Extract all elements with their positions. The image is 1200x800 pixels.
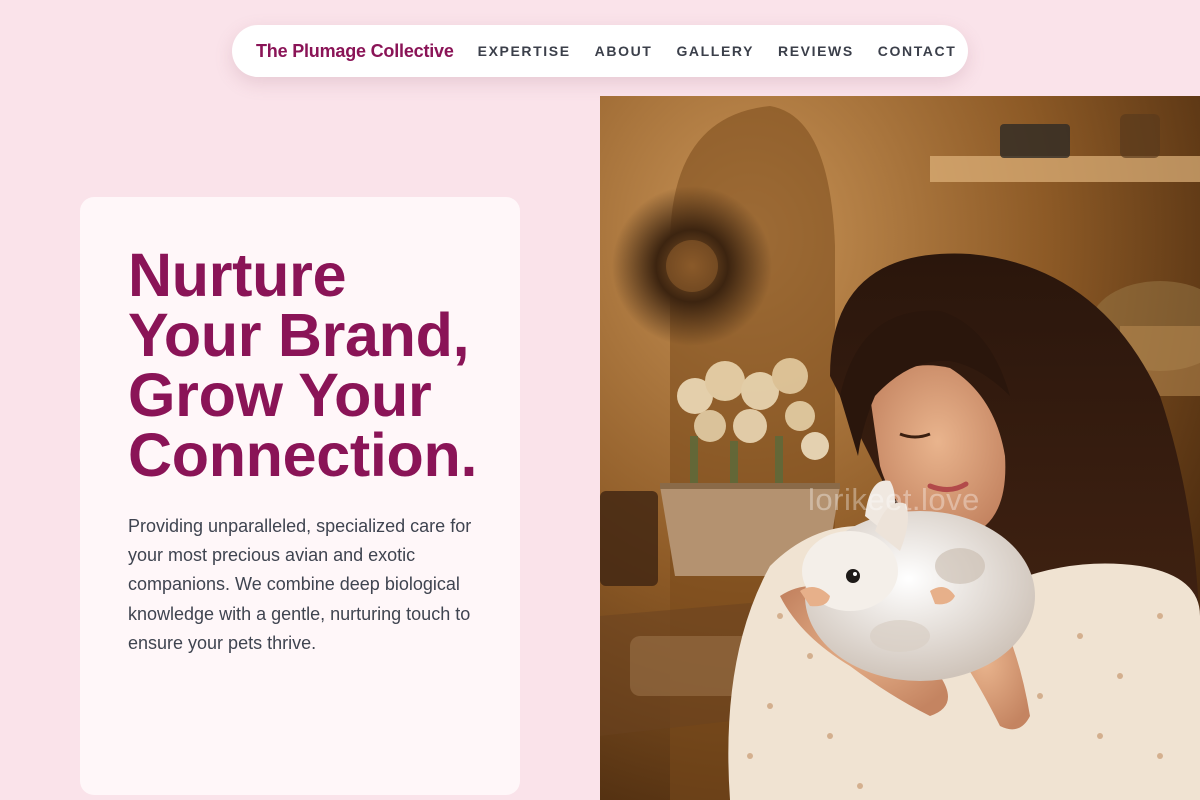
nav-link-expertise[interactable]: EXPERTISE (478, 43, 571, 59)
nav-links: EXPERTISE ABOUT GALLERY REVIEWS CONTACT (478, 43, 957, 59)
hero-headline: Nurture Your Brand, Grow Your Connection… (128, 241, 478, 489)
headline-line-4: Connection. (128, 421, 478, 489)
nav-link-gallery[interactable]: GALLERY (676, 43, 754, 59)
photo-watermark: lorikeet.love (808, 482, 980, 517)
top-navigation: The Plumage Collective EXPERTISE ABOUT G… (232, 25, 968, 77)
headline-line-2: Your Brand, (128, 301, 470, 369)
woman-holding-rabbit-photo (600, 96, 1200, 800)
hero-photo: lorikeet.love (600, 96, 1200, 800)
headline-line-1: Nurture (128, 241, 347, 309)
hero-card: Nurture Your Brand, Grow Your Connection… (80, 197, 520, 795)
nav-link-contact[interactable]: CONTACT (878, 43, 957, 59)
hero-description: Providing unparalleled, specialized care… (128, 516, 472, 653)
nav-link-about[interactable]: ABOUT (595, 43, 653, 59)
nav-link-reviews[interactable]: REVIEWS (778, 43, 854, 59)
headline-line-3: Grow Your (128, 361, 432, 429)
brand-logo-link[interactable]: The Plumage Collective (256, 41, 454, 62)
page: The Plumage Collective EXPERTISE ABOUT G… (0, 0, 1200, 800)
